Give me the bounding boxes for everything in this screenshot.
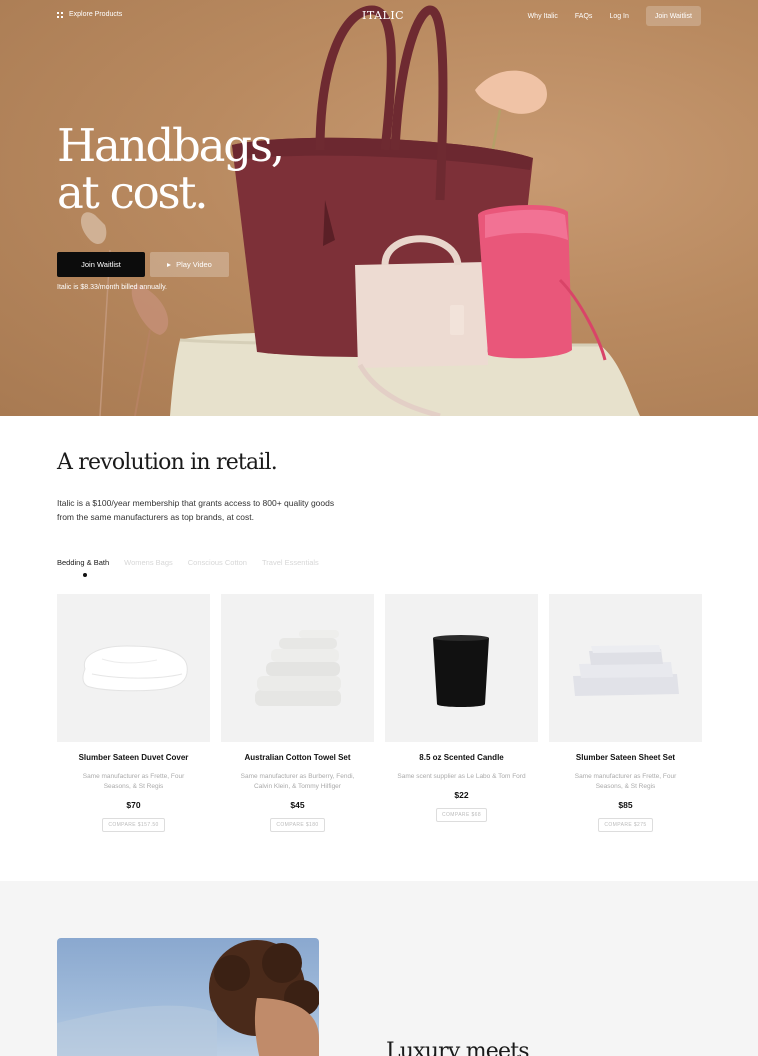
luxury-section: Luxury meets [0,881,758,1056]
sheet-set-image [573,645,679,696]
category-tabs: Bedding & Bath Womens Bags Conscious Cot… [57,558,319,567]
top-nav: Explore Products ITALIC Why Italic FAQs … [0,0,758,34]
compare-price-badge[interactable]: COMPARE $68 [435,808,488,822]
candle-image [433,635,489,707]
play-video-button[interactable]: Play Video [150,252,229,277]
revolution-description: Italic is a $100/year membership that gr… [57,498,335,522]
product-name[interactable]: 8.5 oz Scented Candle [385,753,538,762]
explore-products-label: Explore Products [69,11,123,18]
hero-title: Handbags, at cost. [57,119,285,219]
active-tab-indicator [83,573,87,577]
product-price: $45 [290,800,305,810]
pricing-note: Italic is $8.33/month billed annually. [57,284,167,291]
hero-section: Explore Products ITALIC Why Italic FAQs … [0,0,758,416]
nav-link-why-italic[interactable]: Why Italic [528,13,558,20]
nav-link-faqs[interactable]: FAQs [575,13,593,20]
product-card[interactable]: Slumber Sateen Duvet Cover Same manufact… [57,594,210,832]
compare-price-badge[interactable]: COMPARE $180 [270,818,325,832]
play-icon [167,262,172,267]
product-card[interactable]: Slumber Sateen Sheet Set Same manufactur… [549,594,702,832]
product-card[interactable]: Australian Cotton Towel Set Same manufac… [221,594,374,832]
nav-join-waitlist-button[interactable]: Join Waitlist [645,6,701,26]
tab-womens-bags[interactable]: Womens Bags [124,558,173,567]
product-manufacturer: Same manufacturer as Burberry, Fendi, Ca… [240,773,355,790]
product-image-duvet[interactable] [57,594,210,742]
model-photo [57,938,319,1056]
luxury-heading: Luxury meets [386,1039,530,1056]
product-price: $85 [618,800,633,810]
nav-links: Why Italic FAQs Log In Join Waitlist [528,6,701,26]
product-image-sheets[interactable] [549,594,702,742]
product-image-towels[interactable] [221,594,374,742]
product-manufacturer: Same manufacturer as Frette, Four Season… [82,773,185,790]
product-card[interactable]: 8.5 oz Scented Candle Same scent supplie… [385,594,538,832]
italic-logo[interactable]: ITALIC [362,9,404,22]
play-video-label: Play Video [176,260,212,269]
product-name[interactable]: Slumber Sateen Sheet Set [549,753,702,762]
product-price: $22 [454,790,469,800]
tab-travel-essentials[interactable]: Travel Essentials [262,558,319,567]
grid-dots-icon [57,11,63,18]
compare-price-badge[interactable]: COMPARE $157.50 [102,818,165,832]
hero-title-line-2: at cost. [57,166,209,219]
tab-bedding-bath[interactable]: Bedding & Bath [57,558,109,567]
explore-products-link[interactable]: Explore Products [57,11,122,18]
tab-conscious-cotton[interactable]: Conscious Cotton [188,558,247,567]
model-portrait-image [57,940,319,1056]
product-manufacturer: Same scent supplier as Le Labo & Tom For… [397,773,526,780]
compare-price-badge[interactable]: COMPARE $275 [598,818,653,832]
towel-set-image [255,630,341,706]
product-manufacturer: Same manufacturer as Frette, Four Season… [574,773,677,790]
nav-link-log-in[interactable]: Log In [609,13,628,20]
product-grid: Slumber Sateen Duvet Cover Same manufact… [57,594,702,832]
hero-title-line-1: Handbags, [57,119,285,172]
join-waitlist-button[interactable]: Join Waitlist [57,252,145,277]
revolution-heading: A revolution in retail. [57,450,278,475]
product-name[interactable]: Australian Cotton Towel Set [221,753,374,762]
product-image-candle[interactable] [385,594,538,742]
product-price: $70 [126,800,141,810]
product-name[interactable]: Slumber Sateen Duvet Cover [57,753,210,762]
duvet-image [82,645,188,692]
